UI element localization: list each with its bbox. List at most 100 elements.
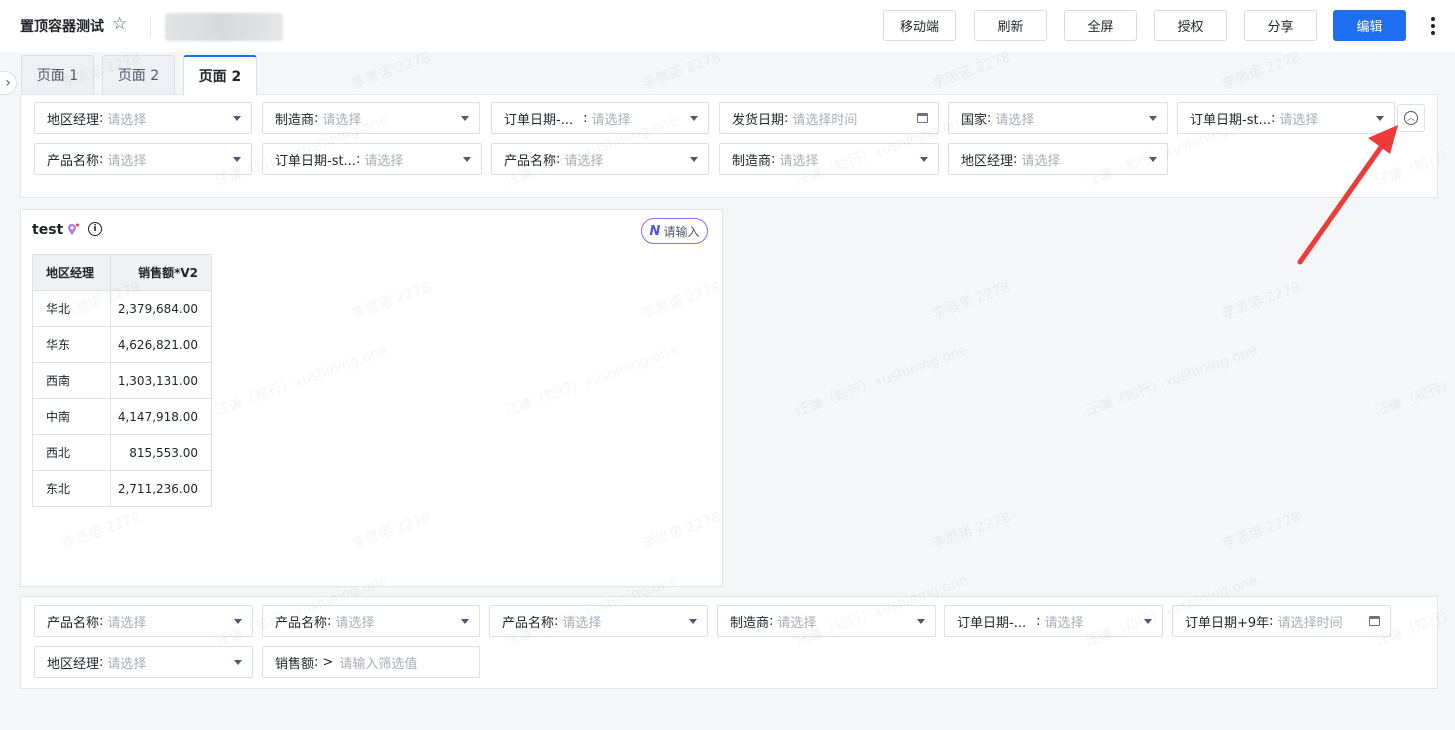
sidebar-expand-icon[interactable]: › [0, 71, 17, 95]
filter-order-date-plus-9y[interactable]: 订单日期+9年: 请选择时间 [1172, 605, 1391, 637]
filter-placeholder: 请选择 [777, 615, 817, 631]
filter-product-name[interactable]: 产品名称: 请选择 [34, 143, 252, 175]
filter-placeholder: 请选择 [107, 656, 147, 672]
filter-sales-value[interactable]: 销售额: > 请输入筛选值 [262, 646, 480, 678]
filter-label: 地区经理 [961, 153, 1014, 169]
filter-order-date[interactable]: 订单日期-...: 请选择 [491, 102, 709, 134]
watermark-text: 李思诺 2278 [1220, 279, 1303, 323]
filter-placeholder: 请选择 [591, 112, 631, 128]
table-cell-sales: 2,711,236.00 [110, 470, 212, 507]
filter-label: 订单日期+9年 [1185, 615, 1270, 631]
table-cell-region: 西北 [32, 434, 111, 471]
edit-button[interactable]: 编辑 [1333, 10, 1406, 41]
filter-order-date-st[interactable]: 订单日期-st...: 请选择 [1177, 102, 1395, 134]
filter-manufacturer-b[interactable]: 制造商: 请选择 [717, 605, 936, 637]
filter-placeholder: 请选择时间 [1277, 615, 1343, 631]
table-cell-region: 华北 [32, 290, 111, 327]
filter-label: 发货日期 [732, 112, 785, 128]
filter-order-date-b[interactable]: 订单日期-...: 请选择 [944, 605, 1163, 637]
star-icon[interactable]: ☆ [112, 14, 127, 34]
caret-down-icon [463, 156, 471, 162]
authorize-button[interactable]: 授权 [1154, 10, 1227, 41]
ai-input-button[interactable]: N 请输入 [641, 218, 708, 244]
caret-down-icon [461, 618, 469, 624]
table-row: 西北 815,553.00 [32, 434, 212, 471]
caret-down-icon [690, 156, 698, 162]
filter-placeholder: 请选择 [1279, 112, 1319, 128]
filter-label: 国家 [961, 112, 988, 128]
filter-product-name-b1[interactable]: 产品名称: 请选择 [34, 605, 253, 637]
info-icon[interactable]: i [88, 222, 102, 236]
tab-page-2[interactable]: 页面 2 [102, 55, 175, 94]
table-cell-region: 中南 [32, 398, 111, 435]
table-cell-sales: 4,626,821.00 [110, 326, 212, 363]
card-title: test [32, 222, 64, 238]
chevron-up-icon: ︿ [1404, 111, 1418, 125]
watermark-text: 李思诺 2278 [640, 49, 723, 93]
column-header-sales[interactable]: 销售额*V2 [110, 254, 212, 291]
bottom-filter-container: 产品名称: 请选择 产品名称: 请选择 产品名称: 请选择 制造商: 请选择 订… [20, 596, 1438, 689]
caret-down-icon [920, 156, 928, 162]
mobile-button[interactable]: 移动端 [883, 10, 956, 41]
watermark-text: 李思诺 2278 [930, 509, 1013, 553]
top-filter-container: 地区经理: 请选择 制造商: 请选择 订单日期-...: 请选择 发货日期: 请… [20, 94, 1438, 198]
top-header: 置顶容器测试 ☆ 移动端 刷新 全屏 授权 分享 编辑 [0, 0, 1455, 52]
table-row: 东北 2,711,236.00 [32, 470, 212, 507]
caret-down-icon [233, 156, 241, 162]
table-row: 西南 1,303,131.00 [32, 362, 212, 399]
more-options-icon[interactable] [1426, 14, 1440, 38]
filter-label: 订单日期-... [504, 112, 574, 128]
filter-operator[interactable]: > [322, 655, 333, 670]
filter-ship-date[interactable]: 发货日期: 请选择时间 [719, 102, 939, 134]
filter-product-name-b2[interactable]: 产品名称: 请选择 [262, 605, 480, 637]
table-cell-region: 西南 [32, 362, 111, 399]
filter-label: 制造商 [275, 112, 315, 128]
filter-label: 订单日期-st... [275, 153, 356, 169]
watermark-text: 李思诺 2278 [930, 279, 1013, 323]
caret-down-icon [1376, 115, 1384, 121]
filter-placeholder: 请选择时间 [792, 112, 858, 128]
tab-page-2-active[interactable]: 页面 2 [183, 55, 257, 95]
header-divider [150, 16, 151, 36]
blurred-user-info [165, 13, 283, 41]
column-header-region-manager[interactable]: 地区经理 [32, 254, 111, 291]
caret-down-icon [234, 659, 242, 665]
filter-region-manager-b[interactable]: 地区经理: 请选择 [34, 646, 253, 678]
filter-product-name-b3[interactable]: 产品名称: 请选择 [489, 605, 708, 637]
filter-order-date-st-2[interactable]: 订单日期-st...: 请选择 [262, 143, 482, 175]
filter-label: 地区经理 [47, 656, 100, 672]
watermark-text: 李思诺 2278 [930, 49, 1013, 93]
share-button[interactable]: 分享 [1244, 10, 1317, 41]
table-cell-sales: 1,303,131.00 [110, 362, 212, 399]
filter-manufacturer-2[interactable]: 制造商: 请选择 [719, 143, 939, 175]
filter-placeholder: 请选择 [364, 153, 404, 169]
filter-placeholder: 请选择 [1021, 153, 1061, 169]
filter-country[interactable]: 国家: 请选择 [948, 102, 1168, 134]
tab-page-1[interactable]: 页面 1 [21, 55, 94, 94]
filter-placeholder: 请选择 [562, 615, 602, 631]
refresh-button[interactable]: 刷新 [974, 10, 1047, 41]
filter-region-manager[interactable]: 地区经理: 请选择 [34, 102, 252, 134]
filter-product-name-2[interactable]: 产品名称: 请选择 [491, 143, 709, 175]
filter-label: 销售额 [275, 656, 315, 672]
table-row: 中南 4,147,918.00 [32, 398, 212, 435]
ai-button-label: 请输入 [663, 224, 700, 239]
watermark-text: 李思诺 2278 [1220, 49, 1303, 93]
filter-label: 产品名称 [275, 615, 328, 631]
fullscreen-button[interactable]: 全屏 [1064, 10, 1137, 41]
filter-label: 产品名称 [504, 153, 557, 169]
caret-down-icon [1149, 156, 1157, 162]
table-header-row: 地区经理 销售额*V2 [32, 254, 212, 291]
page-title: 置顶容器测试 [20, 19, 104, 35]
filter-value-input[interactable]: 请输入筛选值 [339, 653, 469, 672]
filter-region-manager-2[interactable]: 地区经理: 请选择 [948, 143, 1168, 175]
filter-manufacturer[interactable]: 制造商: 请选择 [262, 102, 480, 134]
ai-logo-icon: N [649, 223, 661, 239]
caret-down-icon [917, 618, 925, 624]
collapse-filters-button[interactable]: ︿ [1397, 104, 1425, 132]
filter-label: 地区经理 [47, 112, 100, 128]
filter-label: 制造商 [732, 153, 772, 169]
table-row: 华北 2,379,684.00 [32, 290, 212, 327]
watermark-text: 汪谦（知行）xushining.one [1083, 342, 1260, 420]
watermark-text: 汪谦（知行）xushining.one [793, 342, 970, 420]
